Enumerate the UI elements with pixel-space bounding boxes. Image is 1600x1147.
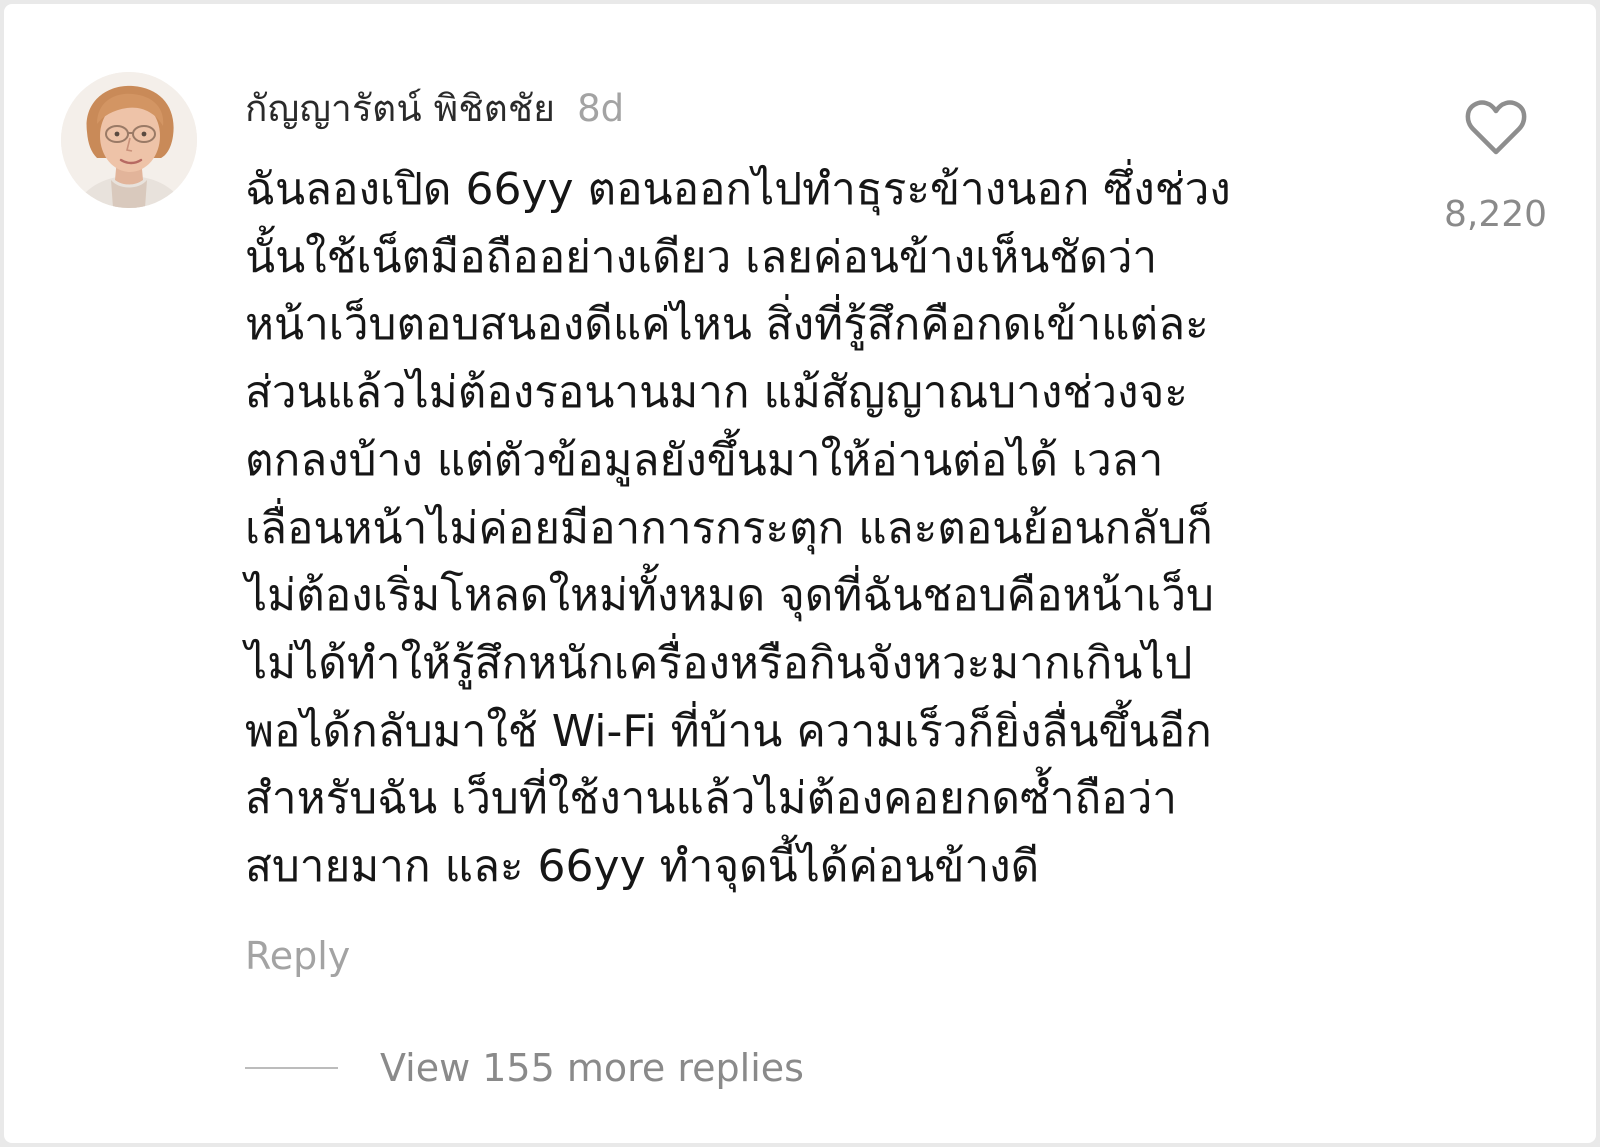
comment-card: กัญญารัตน์ พิชิตชัย 8d ฉันลองเปิด 66yy ต… <box>4 4 1596 1143</box>
username[interactable]: กัญญารัตน์ พิชิตชัย <box>245 79 555 138</box>
comment-line: ตกลงบ้าง แต่ตัวข้อมูลยังขึ้นมาให้อ่านต่อ… <box>245 434 1164 486</box>
divider-line <box>245 1067 338 1069</box>
comment-header: กัญญารัตน์ พิชิตชัย 8d <box>245 78 624 138</box>
avatar[interactable] <box>61 72 197 208</box>
comment-line: ไม่ต้องเริ่มโหลดใหม่ทั้งหมด จุดที่ฉันชอบ… <box>245 570 1214 622</box>
comment-line: ไม่ได้ทำให้รู้สึกหนักเครื่องหรือกินจังหว… <box>245 637 1193 689</box>
like-count: 8,220 <box>1443 194 1548 235</box>
view-more-replies-button[interactable]: View 155 more replies <box>245 1040 804 1096</box>
comment-line: สำหรับฉัน เว็บที่ใช้งานแล้วไม่ต้องคอยกดซ… <box>245 773 1178 825</box>
comment-line: ฉันลองเปิด 66yy ตอนออกไปทำธุระข้างนอก ซึ… <box>245 164 1231 215</box>
comment-line: เลื่อนหน้าไม่ค่อยมีอาการกระตุก และตอนย้อ… <box>245 502 1213 554</box>
comment-line: พอได้กลับมาใช้ Wi-Fi ที่บ้าน ความเร็วก็ย… <box>245 705 1212 757</box>
reply-button[interactable]: Reply <box>245 934 350 978</box>
comment-line: ส่วนแล้วไม่ต้องรอนานมาก แม้สัญญาณบางช่วง… <box>245 367 1188 419</box>
comment-line: สบายมาก และ 66yy ทำจุดนี้ได้ค่อนข้างดี <box>245 841 1040 893</box>
comment-line: หน้าเว็บตอบสนองดีแค่ไหน สิ่งที่รู้สึกคือ… <box>245 299 1209 351</box>
like-section: 8,220 <box>1433 98 1558 235</box>
comment-line: นั้นใช้เน็ตมือถืออย่างเดียว เลยค่อนข้างเ… <box>245 231 1158 283</box>
view-more-replies-label: View 155 more replies <box>380 1046 804 1090</box>
timestamp: 8d <box>577 86 625 130</box>
heart-outline-icon[interactable] <box>1464 98 1528 158</box>
comment-text: ฉันลองเปิด 66yy ตอนออกไปทำธุระข้างนอก ซึ… <box>245 156 1365 901</box>
avatar-image <box>61 72 197 208</box>
